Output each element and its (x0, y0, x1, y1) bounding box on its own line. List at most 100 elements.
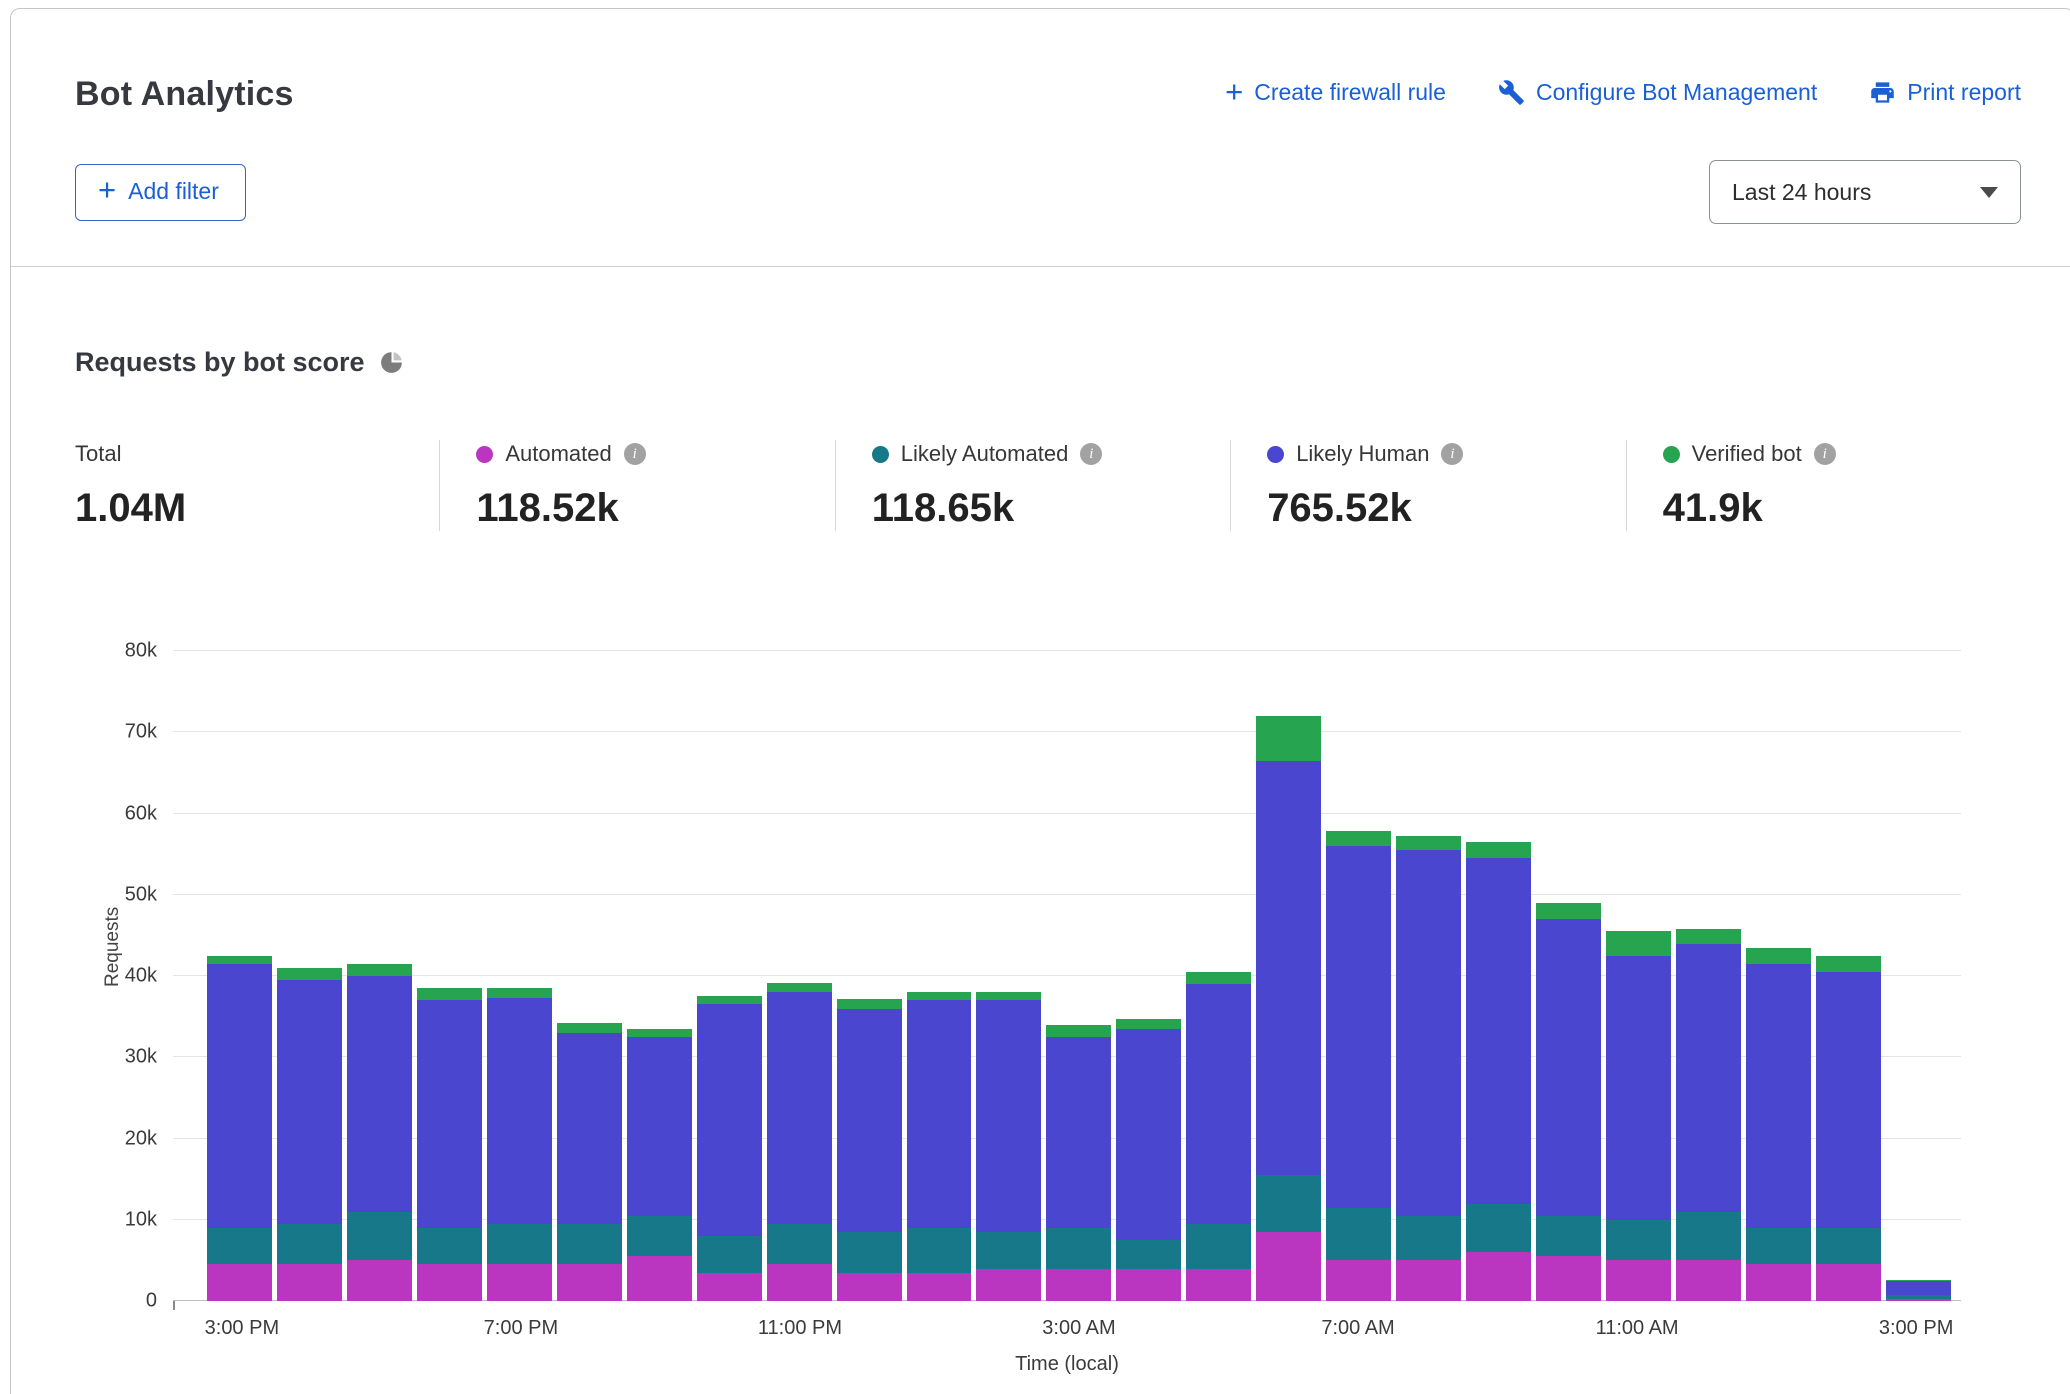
chart-bar[interactable] (207, 651, 272, 1301)
chart-bar[interactable] (1046, 651, 1111, 1301)
bar-segment-automated (1396, 1260, 1461, 1301)
chart-bar[interactable] (1536, 651, 1601, 1301)
plus-icon (1225, 81, 1243, 103)
bar-segment-likely-automated (1466, 1204, 1531, 1253)
chart-bar[interactable] (277, 651, 342, 1301)
chart-bar[interactable] (976, 651, 1041, 1301)
likely-automated-legend-dot (872, 446, 889, 463)
print-report-label: Print report (1907, 79, 2021, 106)
bar-segment-automated (1116, 1269, 1181, 1302)
x-axis-labels: 3:00 PM7:00 PM11:00 PM3:00 AM7:00 AM11:0… (207, 1317, 1951, 1345)
pie-chart-icon (379, 350, 404, 375)
stat-verified-bot-value: 41.9k (1663, 486, 2021, 531)
bar-segment-automated (1326, 1260, 1391, 1301)
y-tick-label: 20k (125, 1127, 157, 1150)
bar-segment-automated (277, 1264, 342, 1301)
wrench-icon (1498, 79, 1525, 106)
chart-bar[interactable] (767, 651, 832, 1301)
bar-segment-verified-bot (1676, 929, 1741, 944)
bar-segment-likely-human (767, 992, 832, 1224)
stat-automated-value: 118.52k (476, 486, 834, 531)
chart-bar[interactable] (1116, 651, 1181, 1301)
chart-bar[interactable] (1256, 651, 1321, 1301)
bar-segment-verified-bot (1746, 948, 1811, 964)
y-tick-label: 10k (125, 1208, 157, 1231)
add-filter-button[interactable]: Add filter (75, 164, 246, 221)
bar-segment-likely-human (1396, 850, 1461, 1216)
panel-header: Bot Analytics Create firewall rule Confi… (11, 9, 2070, 267)
bar-segment-likely-automated (347, 1212, 412, 1261)
printer-icon (1869, 79, 1896, 106)
chart-bar[interactable] (1676, 651, 1741, 1301)
bar-segment-automated (1746, 1264, 1811, 1301)
bar-segment-likely-automated (1606, 1220, 1671, 1261)
chart-bar[interactable] (557, 651, 622, 1301)
chart-bar[interactable] (347, 651, 412, 1301)
info-icon[interactable] (1441, 443, 1463, 465)
bar-segment-automated (417, 1264, 482, 1301)
bar-segment-verified-bot (557, 1023, 622, 1033)
chart-bar[interactable] (697, 651, 762, 1301)
chart-bar[interactable] (1816, 651, 1881, 1301)
bar-segment-automated (1676, 1260, 1741, 1301)
add-filter-label: Add filter (128, 178, 219, 205)
bar-segment-verified-bot (1186, 972, 1251, 984)
x-axis-title: Time (local) (173, 1353, 1961, 1376)
bar-segment-automated (1536, 1256, 1601, 1301)
chart-bar[interactable] (417, 651, 482, 1301)
chart-bar[interactable] (1396, 651, 1461, 1301)
bar-segment-automated (767, 1264, 832, 1301)
time-range-dropdown[interactable]: Last 24 hours (1709, 160, 2021, 224)
y-axis-labels: 010k20k30k40k50k60k70k80k (67, 651, 157, 1301)
bar-segment-verified-bot (277, 968, 342, 980)
chart-bar[interactable] (1606, 651, 1671, 1301)
bar-segment-likely-automated (1326, 1208, 1391, 1261)
chart-bar[interactable] (1466, 651, 1531, 1301)
y-tick-label: 60k (125, 802, 157, 825)
print-report-link[interactable]: Print report (1869, 79, 2021, 106)
chart-bar[interactable] (1746, 651, 1811, 1301)
bar-segment-automated (1886, 1299, 1951, 1301)
bar-segment-verified-bot (417, 988, 482, 1000)
chart-bar[interactable] (627, 651, 692, 1301)
bar-segment-automated (1466, 1252, 1531, 1301)
bar-segment-likely-automated (767, 1224, 832, 1265)
chart-bar[interactable] (1326, 651, 1391, 1301)
bar-segment-likely-human (1816, 972, 1881, 1228)
bar-segment-likely-human (207, 964, 272, 1228)
chart-bar[interactable] (1186, 651, 1251, 1301)
bar-segment-likely-automated (697, 1236, 762, 1273)
bar-segment-likely-automated (207, 1228, 272, 1265)
bar-segment-likely-human (1746, 964, 1811, 1228)
bar-segment-verified-bot (697, 996, 762, 1004)
info-icon[interactable] (1080, 443, 1102, 465)
create-firewall-rule-label: Create firewall rule (1254, 79, 1446, 106)
chart-bar[interactable] (907, 651, 972, 1301)
bar-segment-verified-bot (837, 999, 902, 1009)
bar-segment-likely-human (1886, 1281, 1951, 1296)
x-tick-label: 11:00 AM (1596, 1317, 1679, 1340)
bar-segment-automated (697, 1273, 762, 1301)
chart-bar[interactable] (487, 651, 552, 1301)
plus-icon (98, 179, 116, 201)
info-icon[interactable] (1814, 443, 1836, 465)
info-icon[interactable] (624, 443, 646, 465)
configure-bot-management-link[interactable]: Configure Bot Management (1498, 79, 1817, 106)
bar-segment-automated (976, 1269, 1041, 1302)
chart-bar[interactable] (1886, 651, 1951, 1301)
stat-likely-automated-label: Likely Automated (901, 441, 1069, 467)
bar-segment-likely-automated (417, 1228, 482, 1265)
stat-automated: Automated 118.52k (439, 440, 834, 531)
bar-segment-verified-bot (1326, 831, 1391, 846)
x-tick-label: 7:00 PM (484, 1317, 558, 1340)
bar-segment-automated (627, 1256, 692, 1301)
bar-segment-likely-automated (1116, 1240, 1181, 1268)
chart-bar[interactable] (837, 651, 902, 1301)
y-tick-label: 50k (125, 883, 157, 906)
bar-segment-verified-bot (1116, 1019, 1181, 1029)
y-tick-label: 40k (125, 965, 157, 988)
bar-segment-verified-bot (1466, 842, 1531, 858)
header-actions: Create firewall rule Configure Bot Manag… (1225, 75, 2021, 106)
bar-segment-likely-automated (1746, 1228, 1811, 1265)
create-firewall-rule-link[interactable]: Create firewall rule (1225, 79, 1446, 106)
